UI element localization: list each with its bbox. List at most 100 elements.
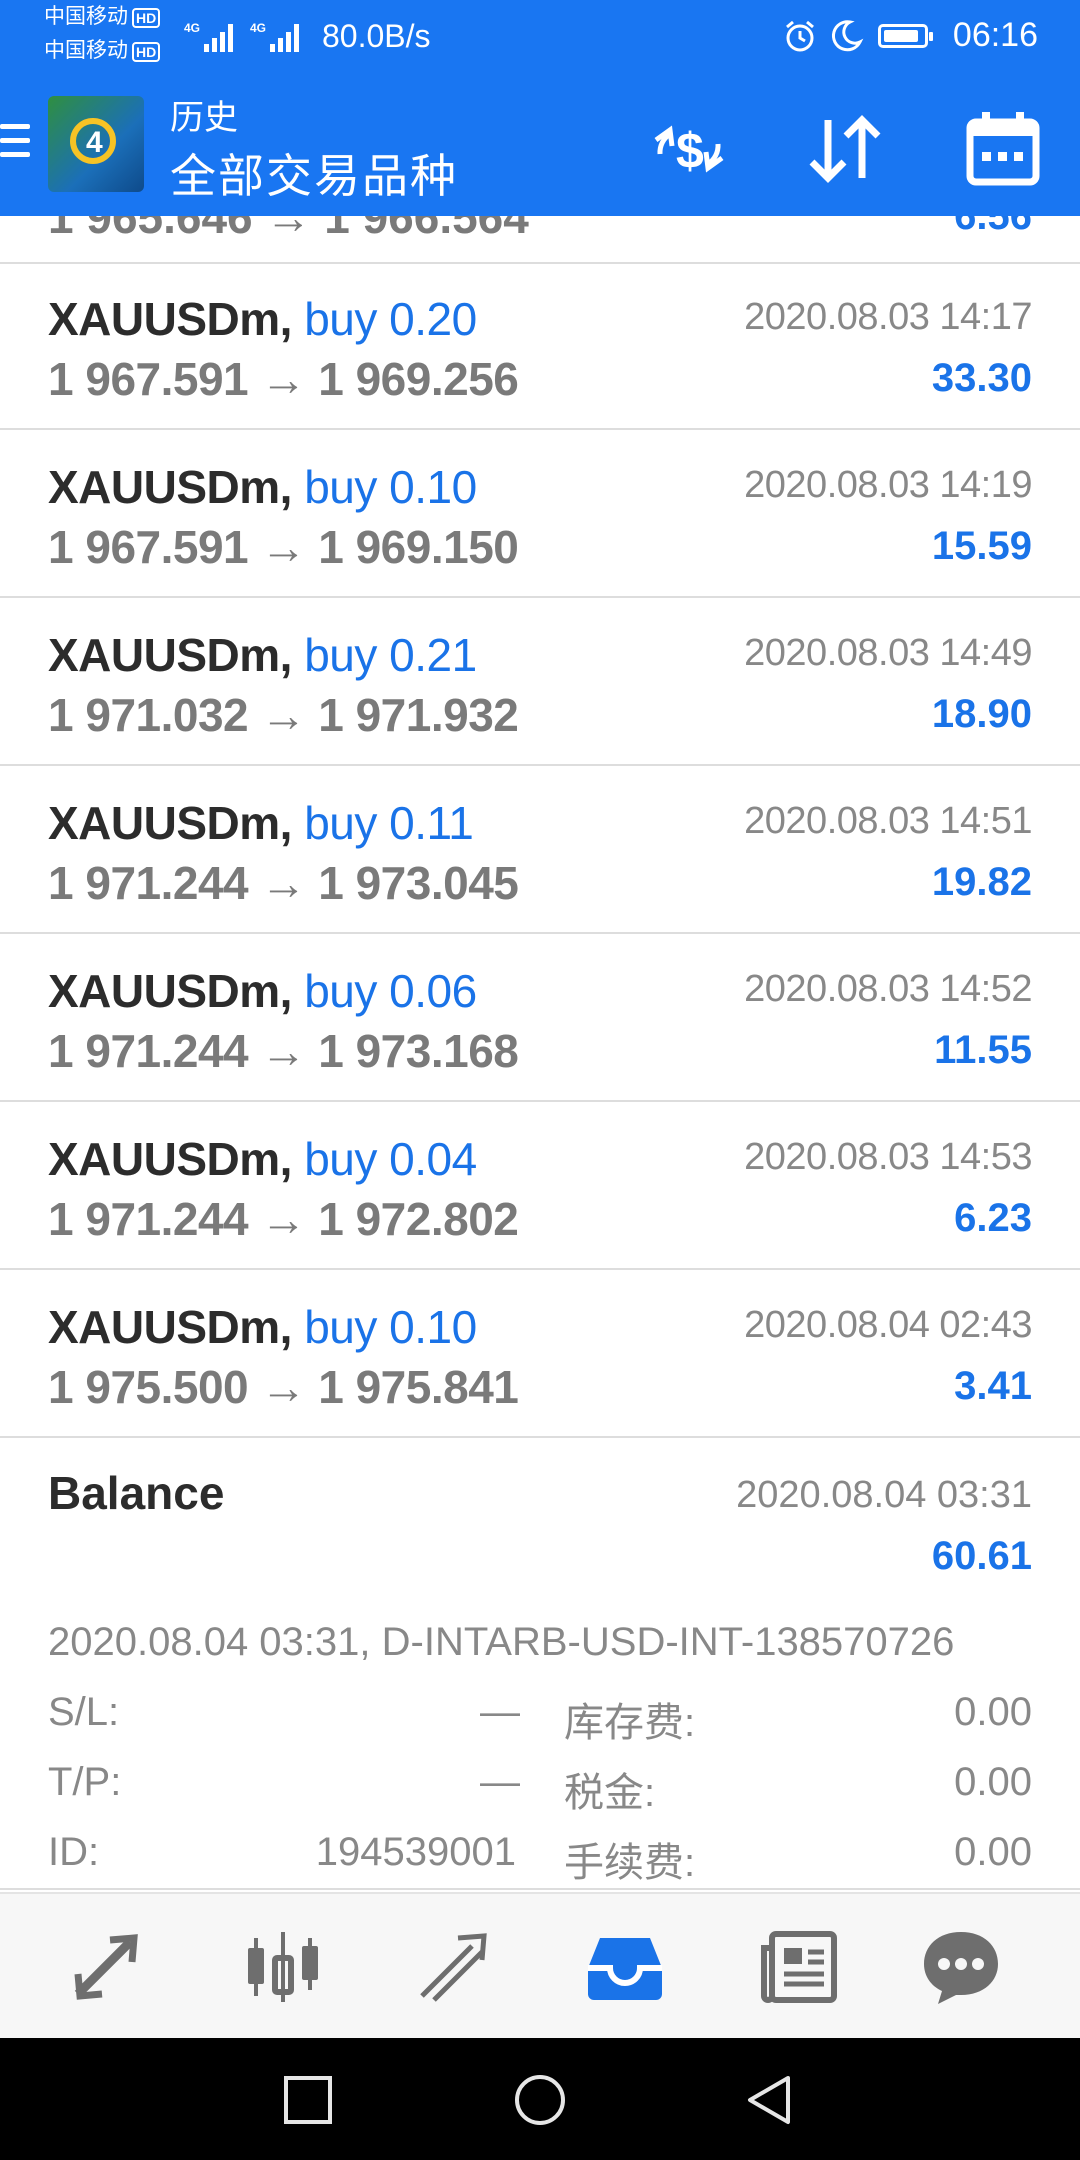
tp-label: T/P: — [48, 1760, 122, 1804]
battery-icon — [878, 24, 933, 48]
sl-value: — — [480, 1690, 520, 1734]
trade-prices: 1 965.646 → 1 966.564 — [48, 216, 529, 243]
trade-time: 2020.08.03 14:19 — [744, 464, 1032, 506]
close-price: 1 973.168 — [318, 1025, 519, 1077]
fee-label: 手续费: — [564, 1841, 696, 1885]
swap-value: 0.00 — [954, 1690, 1032, 1734]
trade-symbol: XAUUSDm, buy 0.20 — [48, 292, 477, 346]
menu-icon[interactable] — [0, 124, 30, 166]
symbol-name: XAUUSDm, — [48, 1301, 292, 1353]
balance-row[interactable]: Balance 2020.08.04 03:31 60.61 2020.08.0… — [0, 1442, 1080, 1890]
table-row[interactable]: XAUUSDm, buy 0.06 1 971.244 → 1 973.168 20… — [0, 936, 1080, 1102]
trade-prices: 1 971.032 → 1 971.932 — [48, 688, 519, 742]
news-icon[interactable] — [756, 1924, 842, 2010]
symbol-name: XAUUSDm, — [48, 293, 292, 345]
trade-time: 2020.08.03 14:51 — [744, 800, 1032, 842]
balance-amount: 60.61 — [931, 1534, 1032, 1578]
open-price: 1 975.500 — [48, 1361, 249, 1413]
carrier-name-2: 中国移动 — [44, 39, 128, 62]
table-row[interactable]: XAUUSDm, buy 0.11 1 971.244 → 1 973.045 20… — [0, 768, 1080, 934]
trade-symbol: XAUUSDm, buy 0.10 — [48, 1300, 477, 1354]
arrow-icon: → — [260, 1193, 306, 1245]
trade-profit: 19.82 — [931, 860, 1032, 904]
symbol-name: XAUUSDm, — [48, 1133, 292, 1185]
close-price: 1 969.256 — [318, 353, 519, 405]
system-nav-bar — [0, 2038, 1080, 2160]
table-row[interactable]: XAUUSDm, buy 0.10 1 975.500 → 1 975.841 20… — [0, 1272, 1080, 1438]
close-price: 1 969.150 — [318, 521, 519, 573]
trade-symbol: XAUUSDm, buy 0.11 — [48, 796, 474, 850]
trade-time: 2020.08.03 14:17 — [744, 296, 1032, 338]
balance-title: Balance — [48, 1467, 225, 1519]
chart-icon[interactable] — [240, 1924, 326, 2010]
open-price: 1 967.591 — [48, 521, 249, 573]
trade-icon[interactable] — [412, 1924, 498, 2010]
trade-symbol: XAUUSDm, buy 0.06 — [48, 964, 477, 1018]
status-bar: 中国移动 HD 中国移动 HD 4G 4G 80.0B/s 06:16 — [0, 0, 1080, 72]
calendar-icon[interactable] — [960, 106, 1046, 192]
history-icon[interactable] — [582, 1924, 668, 2010]
open-price: 1 971.032 — [48, 689, 249, 741]
trade-action: buy 0.21 — [304, 629, 477, 681]
sort-icon[interactable] — [802, 106, 888, 192]
symbol-name: XAUUSDm, — [48, 965, 292, 1017]
trade-action: buy 0.11 — [304, 797, 474, 849]
arrow-icon: → — [260, 857, 306, 909]
currency-exchange-icon[interactable]: $ — [646, 106, 732, 192]
tax-value: 0.00 — [954, 1760, 1032, 1804]
arrow-icon: → — [260, 521, 306, 573]
recents-icon[interactable] — [280, 2072, 336, 2128]
trade-symbol: XAUUSDm, buy 0.21 — [48, 628, 477, 682]
balance-time: 2020.08.04 03:31 — [736, 1474, 1032, 1516]
moon-icon — [831, 20, 864, 52]
table-row[interactable]: XAUUSDm, buy 0.04 1 971.244 → 1 972.802 20… — [0, 1104, 1080, 1270]
carrier-name-1: 中国移动 — [44, 5, 128, 28]
trade-time: 2020.08.04 02:43 — [744, 1304, 1032, 1346]
symbol-name: XAUUSDm, — [48, 629, 292, 681]
messages-icon[interactable] — [918, 1924, 1004, 2010]
open-price: 1 971.244 — [48, 857, 249, 909]
back-icon[interactable] — [742, 2072, 798, 2128]
trade-prices: 1 967.591 → 1 969.150 — [48, 520, 519, 574]
app-bar: 4 历史 全部交易品种 $ — [0, 72, 1080, 216]
swap-label: 库存费: — [564, 1701, 696, 1745]
trade-prices: 1 967.591 → 1 969.256 — [48, 352, 519, 406]
trade-time: 2020.08.03 14:49 — [744, 632, 1032, 674]
page-title: 历史 — [170, 99, 238, 137]
table-row[interactable]: XAUUSDm, buy 0.10 1 967.591 → 1 969.150 20… — [0, 432, 1080, 598]
balance-comment: 2020.08.04 03:31, D-INTARB-USD-INT-13857… — [48, 1620, 955, 1664]
history-list[interactable]: 1 965.646 → 1 966.564 6.56 XAUUSDm, buy … — [0, 216, 1080, 1892]
quotes-icon[interactable] — [66, 1924, 152, 2010]
table-row[interactable]: XAUUSDm, buy 0.20 1 967.591 → 1 969.256 20… — [0, 264, 1080, 430]
tax-label: 税金: — [564, 1771, 656, 1815]
trade-profit: 18.90 — [931, 692, 1032, 736]
symbol-name: XAUUSDm, — [48, 461, 292, 513]
svg-text:4G: 4G — [250, 21, 266, 35]
list-item-partial[interactable]: 1 965.646 → 1 966.564 6.56 — [0, 216, 1080, 264]
trade-profit: 6.56 — [954, 216, 1032, 238]
fee-value: 0.00 — [954, 1830, 1032, 1874]
network-speed: 80.0B/s — [322, 18, 431, 54]
trade-symbol: XAUUSDm, buy 0.10 — [48, 460, 477, 514]
trade-time: 2020.08.03 14:53 — [744, 1136, 1032, 1178]
alarm-icon — [786, 20, 814, 52]
close-price: 1 972.802 — [318, 1193, 519, 1245]
bottom-nav — [0, 1892, 1080, 2038]
trade-profit: 3.41 — [954, 1364, 1032, 1408]
trade-action: buy 0.10 — [304, 461, 477, 513]
clock: 06:16 — [952, 16, 1038, 54]
app-logo: 4 — [48, 96, 144, 192]
home-icon[interactable] — [512, 2072, 568, 2128]
svg-text:$: $ — [676, 123, 704, 179]
trade-profit: 15.59 — [931, 524, 1032, 568]
arrow-icon: → — [260, 1361, 306, 1413]
table-row[interactable]: XAUUSDm, buy 0.21 1 971.032 → 1 971.932 20… — [0, 600, 1080, 766]
open-price: 1 971.244 — [48, 1025, 249, 1077]
hd-badge: HD — [132, 8, 161, 28]
trade-profit: 11.55 — [934, 1028, 1032, 1072]
symbol-filter[interactable]: 全部交易品种 — [170, 140, 458, 206]
open-price: 1 971.244 — [48, 1193, 249, 1245]
trade-action: buy 0.06 — [304, 965, 477, 1017]
id-value: 194539001 — [315, 1830, 516, 1874]
trade-prices: 1 971.244 → 1 973.168 — [48, 1024, 519, 1078]
